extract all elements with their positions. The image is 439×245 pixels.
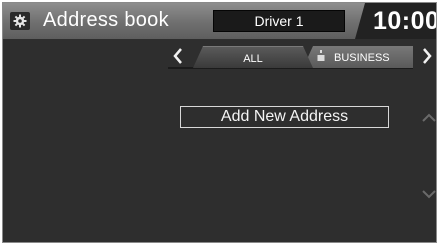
scroll-up-icon[interactable] [421, 113, 437, 123]
page-title: Address book [43, 9, 169, 31]
briefcase-icon [317, 50, 325, 61]
tab-all-label: ALL [243, 53, 263, 65]
home-gear-icon[interactable] [10, 12, 30, 30]
scroll-down-icon[interactable] [421, 189, 437, 199]
tab-all[interactable]: ALL [193, 46, 313, 68]
tab-business-label: BUSINESS [334, 52, 390, 64]
address-book-screen: Address book Driver 1 10:00 BUSINESS ALL… [2, 2, 437, 243]
header-bar: Address book Driver 1 10:00 [3, 3, 437, 39]
driver-selector[interactable]: Driver 1 [213, 10, 345, 32]
tab-business[interactable]: BUSINESS [303, 46, 413, 68]
chevron-left-icon[interactable] [170, 45, 186, 67]
clock-time: 10:00 [373, 7, 437, 35]
add-new-address-button[interactable]: Add New Address [180, 106, 389, 128]
chevron-right-icon[interactable] [419, 45, 435, 67]
